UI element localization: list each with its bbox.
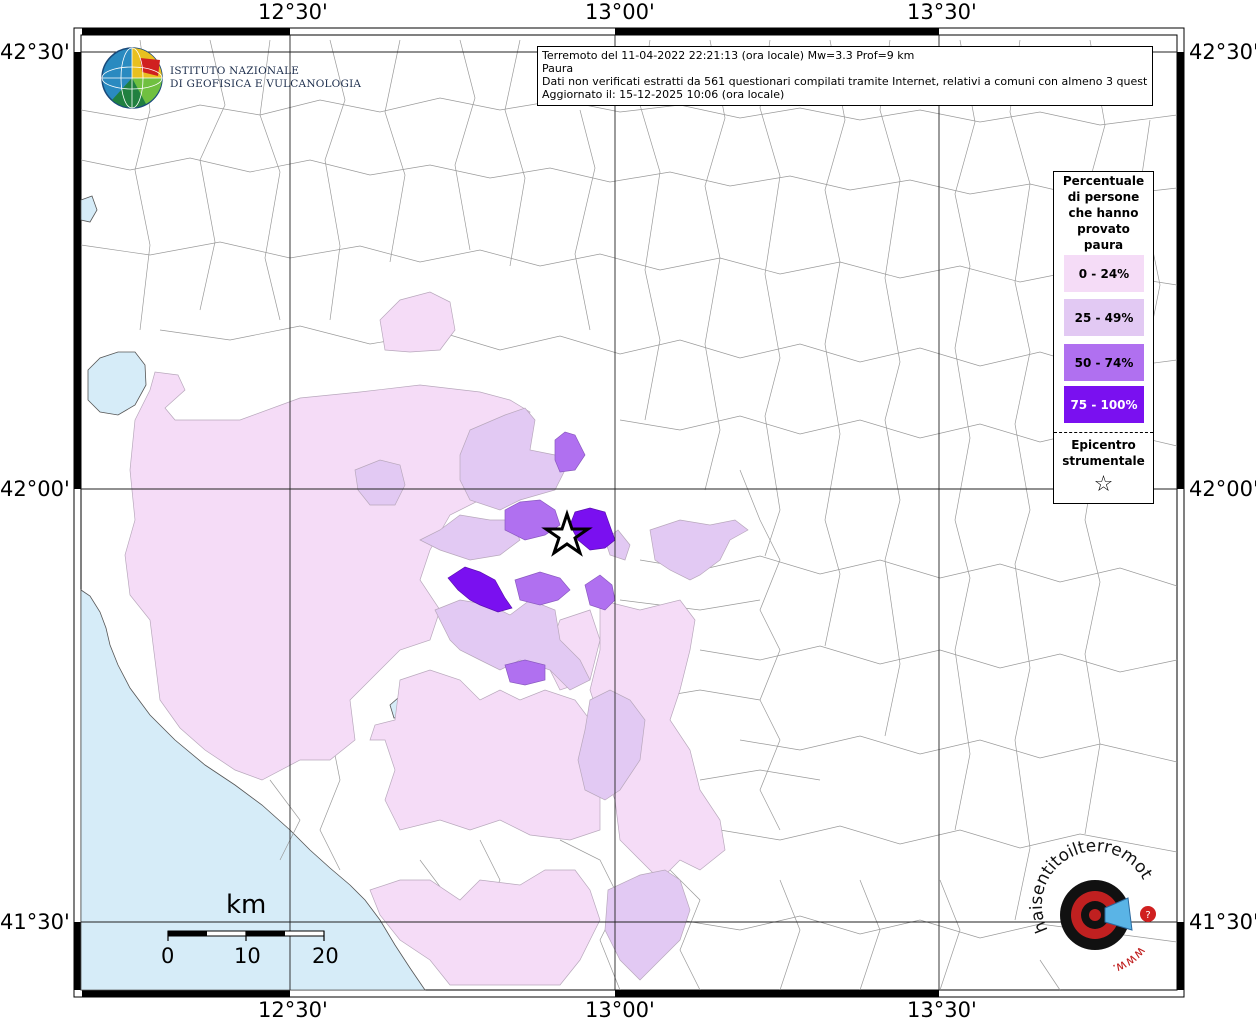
epicenter-legend-star-icon: ☆ — [1093, 472, 1114, 497]
bottom-label-1330: 13°30' — [907, 998, 977, 1022]
bottom-label-1300: 13°00' — [585, 998, 655, 1022]
left-label-4230: 42°30' — [0, 40, 70, 64]
data-note: Dati non verificati estratti da 561 ques… — [542, 75, 1148, 88]
updated-timestamp: Aggiornato il: 15-12-2025 10:06 (ora loc… — [542, 88, 785, 101]
svg-text:?: ? — [1145, 910, 1150, 921]
top-label-1330: 13°30' — [907, 0, 977, 24]
epicenter-legend-title: Epicentro strumentale — [1062, 438, 1145, 468]
right-label-4200: 42°00' — [1189, 477, 1256, 501]
logo-line-1: ISTITUTO NAZIONALE — [170, 65, 300, 77]
scale-tick-20: 20 — [312, 944, 339, 968]
right-label-4130: 41°30' — [1189, 910, 1256, 934]
ingv-logo-text: ISTITUTO NAZIONALE DI GEOFISICA E VULCAN… — [170, 65, 361, 91]
legend-item-0-24: 0 - 24% — [1064, 255, 1144, 292]
scale-unit: km — [226, 890, 267, 920]
legend-item-25-49: 25 - 49% — [1064, 299, 1144, 336]
right-label-4230: 42°30' — [1189, 40, 1256, 64]
top-label-1230: 12°30' — [258, 0, 328, 24]
intensity-map: ? haisentitoilterremoto.it www. — [0, 0, 1185, 998]
legend-item-75-100: 75 - 100% — [1064, 386, 1144, 423]
event-info-box: Terremoto del 11-04-2022 22:21:13 (ora l… — [537, 46, 1153, 106]
bottom-label-1230: 12°30' — [258, 998, 328, 1022]
scale-tick-10: 10 — [234, 944, 261, 968]
legend: Percentuale di persone che hanno provato… — [1053, 171, 1154, 504]
event-title: Terremoto del 11-04-2022 22:21:13 (ora l… — [542, 49, 915, 62]
left-label-4130: 41°30' — [0, 910, 70, 934]
legend-item-50-74: 50 - 74% — [1064, 344, 1144, 381]
ingv-logo-icon — [101, 47, 163, 109]
logo-line-2: DI GEOFISICA E VULCANOLOGIA — [170, 78, 362, 90]
legend-separator — [1054, 432, 1153, 433]
top-label-1300: 13°00' — [585, 0, 655, 24]
scale-tick-0: 0 — [161, 944, 175, 968]
map-parameter: Paura — [542, 62, 574, 75]
left-label-4200: 42°00' — [0, 477, 70, 501]
legend-title: Percentuale di persone che hanno provato… — [1062, 174, 1145, 252]
